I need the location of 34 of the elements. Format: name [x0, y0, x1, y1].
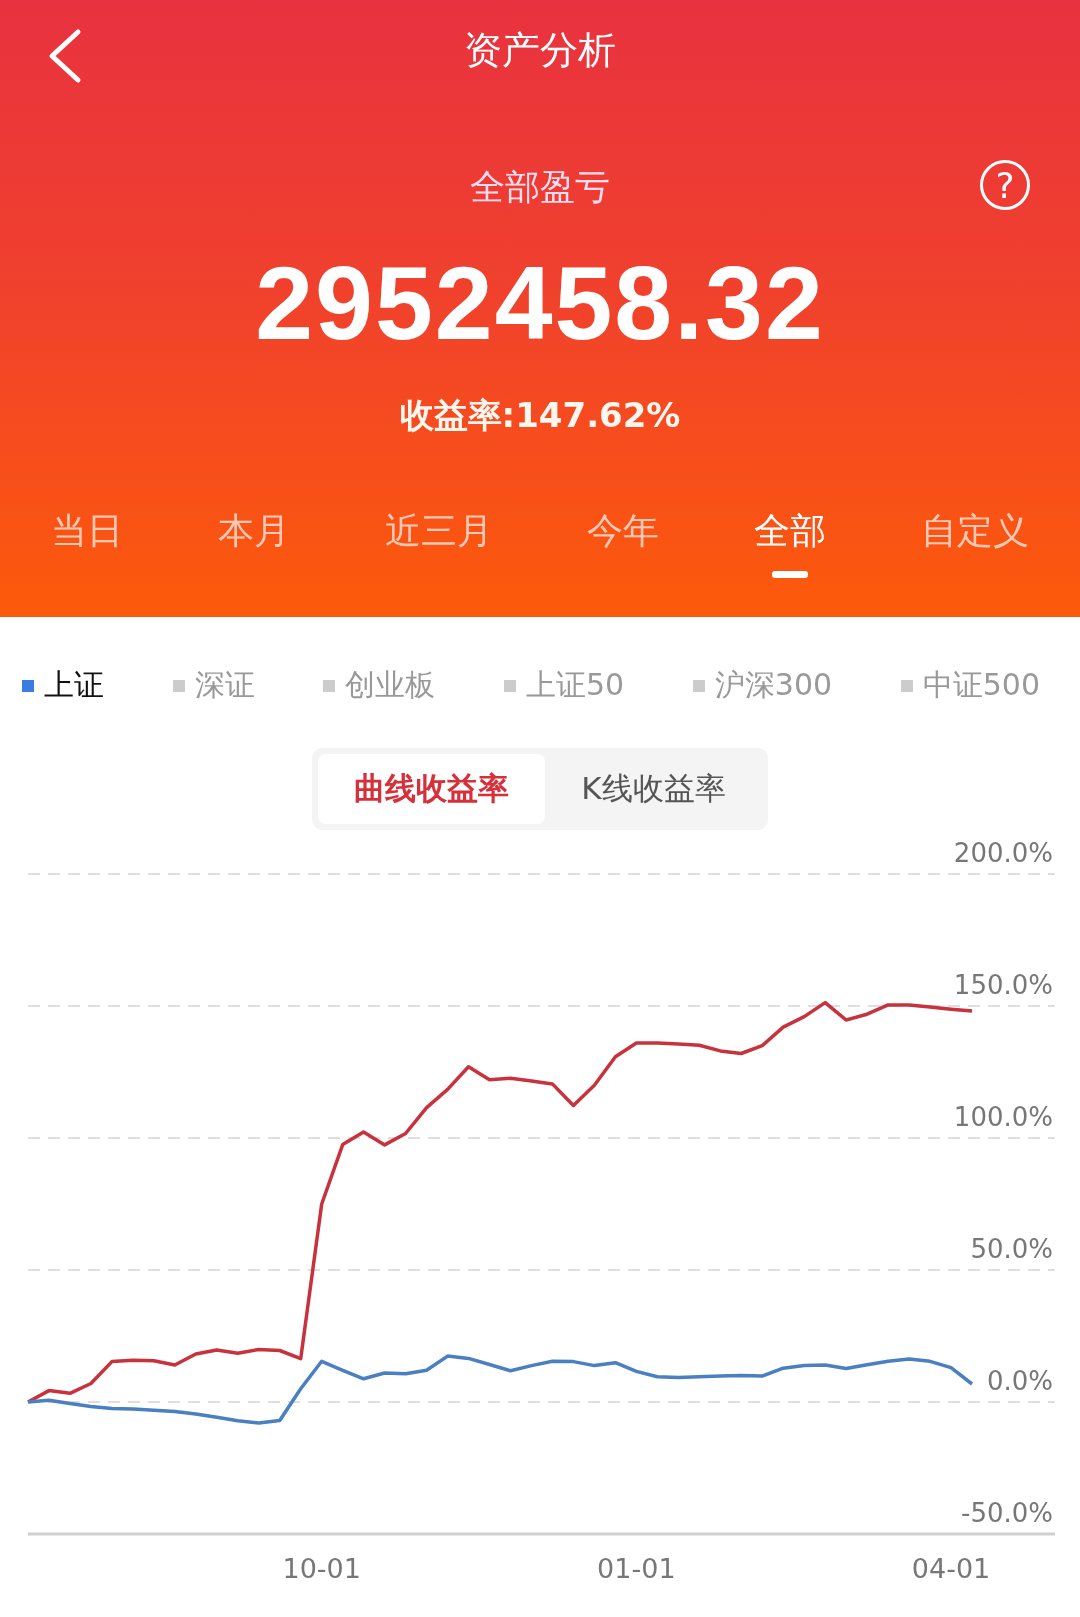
view-mode-tab[interactable]: 曲线收益率	[318, 754, 546, 824]
x-axis-label: 10-01	[282, 1553, 361, 1584]
period-tab[interactable]: 当日	[41, 507, 134, 578]
help-button[interactable]: ?	[980, 160, 1030, 210]
legend-square-icon	[323, 679, 336, 692]
legend-square-icon	[503, 679, 516, 692]
y-axis-label: 150.0%	[953, 970, 1053, 1000]
legend-square-icon	[22, 679, 34, 692]
page-title: 资产分析	[464, 26, 616, 74]
x-axis-label: 04-01	[911, 1553, 991, 1584]
index-option[interactable]: 沪深300	[692, 665, 833, 706]
legend-square-icon	[172, 679, 185, 692]
period-tab[interactable]: 自定义	[910, 507, 1039, 578]
legend-square-icon	[692, 679, 705, 692]
y-axis-label: 200.0%	[953, 838, 1053, 868]
period-tab[interactable]: 今年	[577, 507, 670, 578]
index-option[interactable]: 深证	[172, 665, 255, 706]
y-axis-label: -50.0%	[961, 1498, 1053, 1528]
index-option[interactable]: 创业板	[323, 665, 436, 706]
total-profit-label: 全部盈亏	[470, 165, 610, 209]
index-option[interactable]: 上证50	[503, 665, 625, 706]
return-rate: 收益率:147.62%	[398, 394, 682, 437]
total-profit-amount: 2952458.32	[254, 244, 826, 363]
index-option[interactable]: 上证	[22, 665, 104, 706]
y-axis-label: 100.0%	[953, 1102, 1053, 1132]
period-tab[interactable]: 本月	[208, 507, 300, 578]
period-tab[interactable]: 近三月	[374, 507, 503, 578]
y-axis-label: 50.0%	[970, 1234, 1053, 1264]
index-option[interactable]: 中证500	[900, 665, 1040, 706]
view-mode-tab[interactable]: K线收益率	[545, 754, 762, 824]
legend-square-icon	[900, 679, 913, 692]
period-tab[interactable]: 全部	[743, 507, 836, 578]
y-axis-label: 0.0%	[986, 1366, 1053, 1396]
x-axis-label: 01-01	[597, 1553, 676, 1584]
